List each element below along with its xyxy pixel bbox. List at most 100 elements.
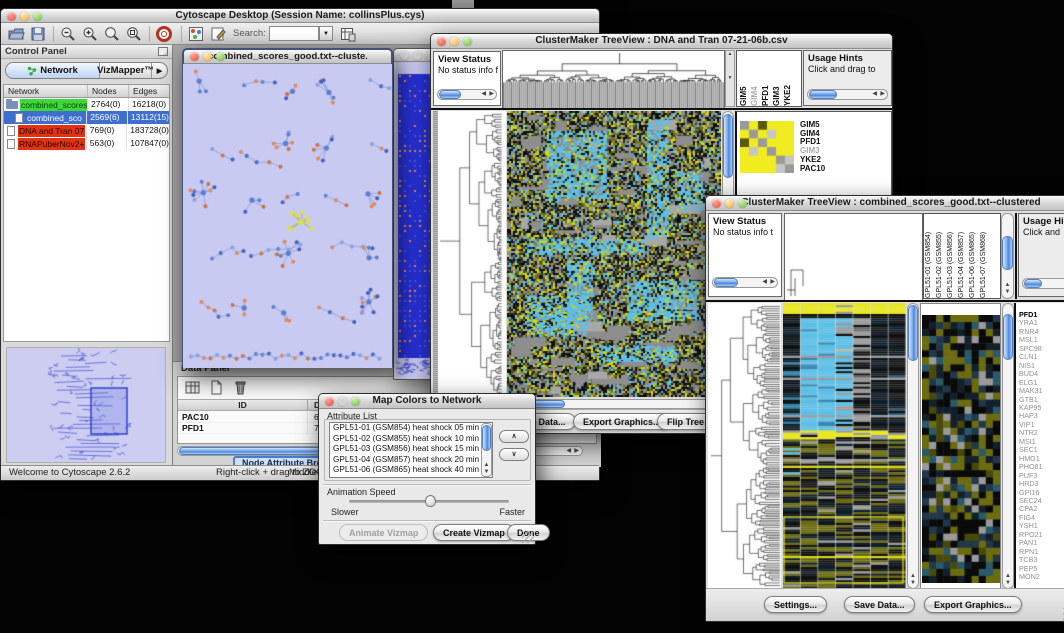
tv1-column-label[interactable]: PFD1 bbox=[761, 51, 772, 106]
tv1-column-label[interactable]: GIM3 bbox=[772, 51, 783, 106]
tv2-zoom-vscrollbar[interactable]: ▲▼ bbox=[1002, 303, 1014, 589]
zoom-button[interactable] bbox=[463, 37, 472, 46]
attribute-list-item[interactable]: GPL51-02 (GSM855) heat shock 10 min bbox=[330, 434, 492, 445]
col-network[interactable]: Network bbox=[4, 85, 88, 97]
minimize-button[interactable] bbox=[20, 12, 29, 21]
save-icon[interactable] bbox=[29, 25, 47, 43]
tv2-collabel-vscrollbar[interactable]: ▲▼ bbox=[1001, 213, 1014, 299]
tv1-titlebar[interactable]: ClusterMaker TreeView : DNA and Tran 07-… bbox=[431, 34, 892, 49]
dialog-button-create-vizmap[interactable]: Create Vizmap bbox=[433, 524, 515, 541]
tv2-column-label[interactable]: GPL51-02 (GSM855) bbox=[936, 214, 947, 298]
tv2-view-status-title: View Status bbox=[709, 214, 781, 227]
tv1-row-label[interactable]: PAC10 bbox=[800, 165, 825, 174]
animation-speed-slider[interactable] bbox=[349, 500, 509, 503]
tab-vizmapper[interactable]: VizMapper™ bbox=[100, 63, 152, 78]
zoom-button[interactable] bbox=[351, 397, 360, 406]
network-table-row[interactable]: combined_sco2569(6)13112(15) bbox=[4, 111, 169, 124]
minimize-button[interactable] bbox=[203, 52, 212, 61]
delete-attribute-trash-icon[interactable] bbox=[232, 379, 249, 396]
tv1-status-hscrollbar[interactable]: ◀▶ bbox=[437, 89, 497, 100]
zoom-selected-icon[interactable] bbox=[103, 25, 121, 43]
tv2-zoomed-heatmap[interactable] bbox=[922, 315, 1000, 583]
tv2-titlebar[interactable]: ClusterMaker TreeView : combined_scores_… bbox=[706, 196, 1064, 211]
close-button[interactable] bbox=[7, 12, 16, 21]
search-input[interactable] bbox=[269, 26, 319, 41]
zoom-button[interactable] bbox=[738, 199, 747, 208]
tv2-column-dendrogram[interactable] bbox=[784, 213, 923, 301]
tv2-button-export-graphics[interactable]: Export Graphics... bbox=[924, 596, 1022, 613]
tab-overflow-arrow[interactable]: ▶ bbox=[152, 63, 167, 78]
float-panel-icon[interactable] bbox=[158, 47, 168, 56]
close-button[interactable] bbox=[325, 397, 334, 406]
tv1-column-label[interactable]: YKE2 bbox=[783, 51, 794, 106]
slider-thumb[interactable] bbox=[425, 495, 436, 507]
tv1-heatmap[interactable] bbox=[507, 111, 721, 397]
tv2-heatmap[interactable] bbox=[783, 303, 906, 589]
close-button[interactable] bbox=[712, 199, 721, 208]
tv1-mini-vscrollbar[interactable]: ▲▼ bbox=[725, 50, 735, 107]
attribute-list-vscrollbar[interactable]: ▲▼ bbox=[481, 423, 492, 477]
open-file-icon[interactable] bbox=[7, 25, 25, 43]
close-button[interactable] bbox=[400, 51, 409, 60]
tv2-usage-hscrollbar[interactable] bbox=[1022, 278, 1064, 289]
network-name-cell: combined_sco bbox=[4, 111, 87, 124]
col-edges[interactable]: Edges bbox=[129, 85, 169, 97]
net1-titlebar[interactable]: combined_scores_good.txt--cluste... bbox=[184, 50, 391, 64]
attribute-list-item[interactable]: GPL51-01 (GSM854) heat shock 05 min bbox=[330, 423, 492, 434]
minimize-button[interactable] bbox=[450, 37, 459, 46]
move-up-button[interactable]: ∧ bbox=[499, 430, 529, 443]
close-button[interactable] bbox=[437, 37, 446, 46]
tv2-column-label[interactable]: GPL51-06 (GSM865) bbox=[969, 214, 980, 298]
new-attribute-icon[interactable] bbox=[208, 379, 225, 396]
tv1-heatmap-hscrollbar[interactable]: ◀▶ bbox=[507, 399, 721, 409]
gene-label[interactable]: MON2 bbox=[1019, 573, 1043, 581]
network-table-header: Network Nodes Edges bbox=[4, 85, 169, 98]
minimize-button[interactable] bbox=[725, 199, 734, 208]
minimize-button[interactable] bbox=[413, 51, 422, 60]
zoom-button[interactable] bbox=[216, 52, 225, 61]
tv2-status-hscrollbar[interactable]: ◀▶ bbox=[712, 277, 778, 288]
select-attributes-icon[interactable] bbox=[184, 379, 201, 396]
tv1-column-label[interactable]: GIM5 bbox=[739, 51, 750, 106]
main-titlebar[interactable]: Cytoscape Desktop (Session Name: collins… bbox=[1, 9, 599, 23]
tv1-column-dendrogram[interactable] bbox=[502, 50, 725, 109]
help-lifebuoy-icon[interactable] bbox=[155, 25, 173, 43]
zoom-in-icon[interactable] bbox=[81, 25, 99, 43]
search-dropdown-arrow[interactable]: ▼ bbox=[319, 26, 333, 41]
network-view-canvas-1[interactable] bbox=[183, 64, 392, 368]
tv2-row-dendrogram[interactable] bbox=[708, 303, 781, 589]
zoom-out-icon[interactable] bbox=[59, 25, 77, 43]
tv2-column-label[interactable]: GPL51-07 (GSM868) bbox=[980, 214, 991, 298]
zoom-button[interactable] bbox=[33, 12, 42, 21]
tab-network[interactable]: Network bbox=[6, 63, 100, 78]
dialog-titlebar[interactable]: Map Colors to Network bbox=[319, 394, 535, 409]
attribute-list-item[interactable]: GPL51-07 (GSM868) heat shock 60 min bbox=[330, 476, 492, 479]
attribute-list-item[interactable]: GPL51-03 (GSM856) heat shock 15 min bbox=[330, 444, 492, 455]
attribute-list-item[interactable]: GPL51-04 (GSM857) heat shock 20 min bbox=[330, 455, 492, 466]
attribute-list-item[interactable]: GPL51-06 (GSM865) heat shock 40 min bbox=[330, 465, 492, 476]
resize-grip[interactable] bbox=[522, 531, 534, 543]
tv2-button-save-data[interactable]: Save Data... bbox=[844, 596, 915, 613]
tv1-row-dendrogram[interactable] bbox=[433, 111, 506, 397]
birds-eye-view[interactable] bbox=[6, 347, 166, 463]
tv2-column-label[interactable]: GPL51-04 (GSM857) bbox=[958, 214, 969, 298]
tv2-button-settings[interactable]: Settings... bbox=[764, 596, 827, 613]
tv2-heatmap-vscrollbar[interactable]: ▲▼ bbox=[907, 303, 919, 589]
import-table-icon[interactable] bbox=[339, 25, 357, 43]
annotation-icon[interactable] bbox=[209, 25, 227, 43]
tv2-column-label[interactable]: GPL51-03 (GSM856) bbox=[947, 214, 958, 298]
zoom-fit-icon[interactable] bbox=[125, 25, 143, 43]
tv1-similarity-matrix[interactable] bbox=[740, 121, 794, 173]
tv1-usage-hscrollbar[interactable]: ◀▶ bbox=[807, 89, 888, 100]
tv2-column-label[interactable]: GPL51-01 (GSM854) bbox=[925, 214, 936, 298]
tv1-column-label[interactable]: GIM4 bbox=[750, 51, 761, 106]
col-id[interactable]: ID bbox=[178, 400, 308, 410]
close-button[interactable] bbox=[190, 52, 199, 61]
col-nodes[interactable]: Nodes bbox=[88, 85, 129, 97]
tv1-button-export-graphics[interactable]: Export Graphics... bbox=[573, 413, 671, 430]
network-table-row[interactable]: RNAPuberNov2+563(0)107847(0) bbox=[4, 137, 169, 150]
network-table-row[interactable]: combined_scores2764(0)16218(0) bbox=[4, 98, 169, 111]
node-palette-icon[interactable] bbox=[187, 25, 205, 43]
move-down-button[interactable]: ∨ bbox=[499, 448, 529, 461]
network-table-row[interactable]: DNA and Tran 07769(0)183728(0) bbox=[4, 124, 169, 137]
